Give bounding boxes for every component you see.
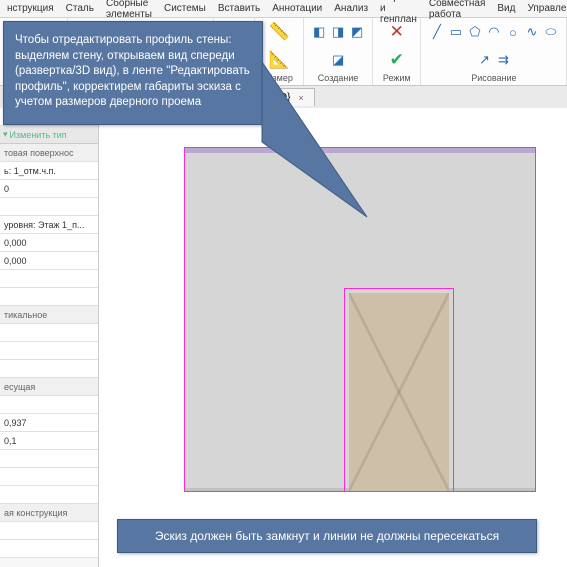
- curve-icon[interactable]: ∿: [524, 24, 540, 40]
- menu-item[interactable]: Вставить: [213, 2, 265, 15]
- off-icon[interactable]: ⇉: [495, 52, 511, 68]
- instruction-callout-top: Чтобы отредактировать профиль стены: выд…: [3, 21, 263, 125]
- property-row: есущая: [0, 378, 98, 396]
- property-row: [0, 288, 98, 306]
- menu-item[interactable]: Анализ: [329, 2, 373, 15]
- circ-icon[interactable]: ○: [505, 24, 521, 40]
- property-row: [0, 198, 98, 216]
- property-row[interactable]: уровня: Этаж 1_п...: [0, 216, 98, 234]
- property-row: товая поверхнос: [0, 144, 98, 162]
- pick-icon[interactable]: ↗: [476, 52, 492, 68]
- menu-bar: нструкцияСтальСборные элементыСистемыВст…: [0, 0, 567, 18]
- property-row[interactable]: 0,000: [0, 252, 98, 270]
- menu-item[interactable]: Вид: [492, 2, 520, 15]
- ribbon-panel: ╱▭⬠◠○∿⬭ ↗⇉ Рисование: [422, 18, 567, 85]
- menu-item[interactable]: нструкция: [2, 2, 59, 15]
- callout-pointer-icon: [262, 22, 392, 232]
- property-row: [0, 522, 98, 540]
- arc-icon[interactable]: ◠: [486, 24, 502, 40]
- panel-label: Рисование: [471, 73, 516, 83]
- menu-item[interactable]: Сталь: [61, 2, 99, 15]
- properties-panel: S 2010-Y40R ▾ Изменить тип товая поверхн…: [0, 108, 99, 567]
- property-row[interactable]: ь: 1_отм.ч.п.: [0, 162, 98, 180]
- property-row: [0, 396, 98, 414]
- callout-text: Эскиз должен быть замкнут и линии не дол…: [155, 529, 499, 543]
- property-row: [0, 468, 98, 486]
- menu-item[interactable]: Системы: [159, 2, 211, 15]
- menu-item[interactable]: Аннотации: [267, 2, 327, 15]
- menu-item[interactable]: Управление: [522, 2, 567, 15]
- property-row[interactable]: 0,937: [0, 414, 98, 432]
- rect-icon[interactable]: ▭: [448, 24, 464, 40]
- door-element[interactable]: [349, 293, 449, 491]
- property-row: [0, 360, 98, 378]
- property-row: [0, 450, 98, 468]
- property-row[interactable]: 0,000: [0, 234, 98, 252]
- property-row: [0, 270, 98, 288]
- property-row[interactable]: 0: [0, 180, 98, 198]
- property-row: [0, 486, 98, 504]
- poly-icon[interactable]: ⬠: [467, 24, 483, 40]
- ell-icon[interactable]: ⬭: [543, 24, 559, 40]
- property-row: [0, 342, 98, 360]
- property-row: [0, 540, 98, 558]
- property-row: [0, 324, 98, 342]
- property-row[interactable]: 0,1: [0, 432, 98, 450]
- property-row: тикальное: [0, 306, 98, 324]
- property-row: ая конструкция: [0, 504, 98, 522]
- callout-text: Чтобы отредактировать профиль стены: выд…: [15, 34, 250, 108]
- edit-type-button[interactable]: ▾ Изменить тип: [0, 126, 98, 144]
- line-icon[interactable]: ╱: [429, 24, 445, 40]
- instruction-callout-bottom: Эскиз должен быть замкнут и линии не дол…: [117, 519, 537, 553]
